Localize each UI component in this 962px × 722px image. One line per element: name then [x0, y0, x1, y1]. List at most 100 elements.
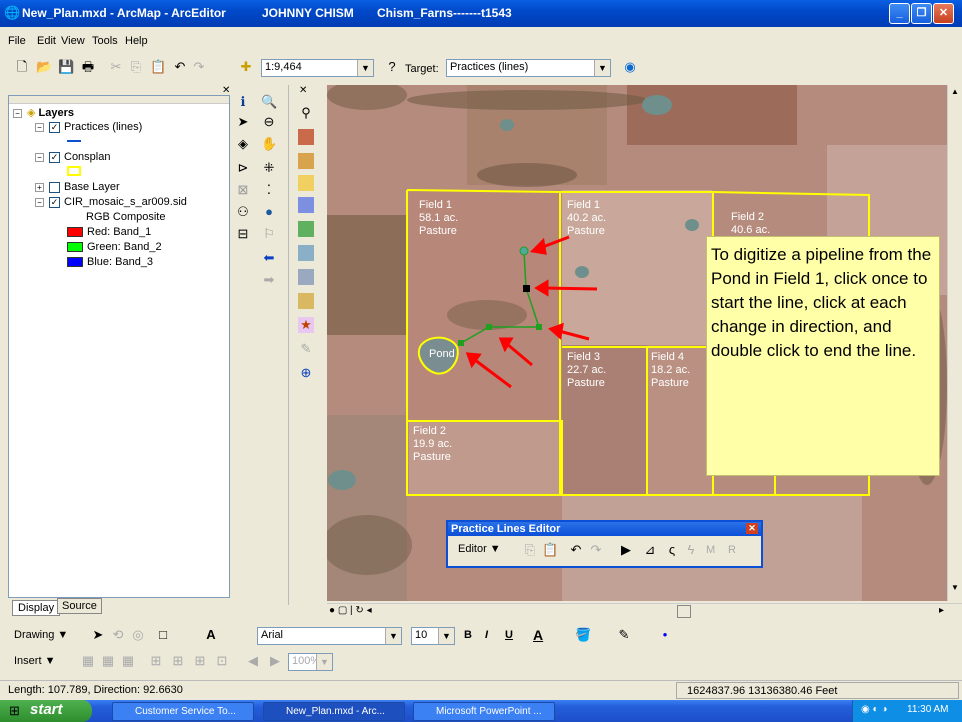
menu-tools[interactable]: Tools — [92, 35, 118, 47]
paste-icon[interactable]: 📋 — [150, 59, 166, 75]
tray-icons[interactable]: ◉ ◐ ◑ — [861, 704, 887, 715]
layer-cir-mosaic[interactable]: − ✓ CIR_mosaic_s_ar009.sid — [35, 196, 187, 208]
marker-color-icon[interactable]: • — [657, 627, 673, 643]
r-button[interactable]: R — [728, 544, 736, 556]
task-customer-service[interactable]: Customer Service To... — [112, 702, 254, 721]
select-features-icon[interactable]: ◈ — [235, 136, 251, 152]
layer-tool-icon[interactable] — [298, 129, 314, 145]
whats-this-icon[interactable]: ? — [384, 59, 400, 75]
frame-tool-icon[interactable] — [298, 197, 314, 213]
search-icon[interactable]: ⚲ — [298, 105, 314, 121]
tab-display[interactable]: Display — [12, 600, 61, 616]
full-extent-globe-icon[interactable]: ● — [261, 204, 277, 220]
task-powerpoint[interactable]: Microsoft PowerPoint ... — [413, 702, 555, 721]
collapse-icon[interactable]: − — [35, 122, 44, 132]
arc-icon[interactable]: ϟ — [683, 542, 699, 558]
back-layout-icon[interactable]: ◀ — [245, 653, 261, 669]
fixed-zoom-out-icon[interactable]: ⁚ — [261, 182, 277, 198]
new-icon[interactable]: 🗋 — [14, 59, 30, 75]
text-icon[interactable]: A — [203, 627, 219, 643]
polygon-tool-icon[interactable] — [298, 175, 314, 191]
rotate-icon[interactable]: ⟲ — [110, 627, 126, 643]
clear-selection-icon[interactable]: ⊠ — [235, 182, 251, 198]
fixed-zoom-in-icon[interactable]: ⁜ — [261, 160, 277, 176]
menu-help[interactable]: Help — [125, 35, 148, 47]
vertical-scrollbar[interactable]: ▲ ▼ — [947, 85, 962, 601]
expand-icon[interactable]: + — [35, 182, 44, 192]
collapse-icon[interactable]: − — [35, 152, 44, 162]
copy-icon[interactable]: ⎘ — [128, 59, 144, 75]
copy-icon[interactable]: ⎘ — [522, 542, 538, 558]
insert-menu[interactable]: Insert ▼ — [14, 655, 55, 667]
editor-menu[interactable]: Editor ▼ — [458, 543, 501, 555]
forward-layout-icon[interactable]: ▶ — [267, 653, 283, 669]
undo-icon[interactable]: ↶ — [568, 542, 584, 558]
scroll-thumb[interactable] — [677, 605, 691, 618]
minimize-button[interactable]: _ — [889, 3, 910, 24]
zoom-whole-page-icon[interactable]: ◎ — [130, 627, 146, 643]
print-icon[interactable]: 🖶 — [80, 59, 96, 75]
redo-icon[interactable]: ↷ — [191, 59, 207, 75]
hyperlink-icon[interactable]: ⚐ — [261, 226, 277, 242]
grid-tool-icon[interactable] — [298, 293, 314, 309]
order-icon[interactable]: ▦ — [120, 653, 136, 669]
whole-page-icon[interactable]: ⊡ — [214, 653, 230, 669]
line-color-icon[interactable]: ✎ — [616, 627, 632, 643]
group-icon[interactable]: ▦ — [80, 653, 96, 669]
layer-base[interactable]: + Base Layer — [35, 181, 120, 193]
crosshair-icon[interactable]: ⊕ — [298, 365, 314, 381]
font-combo[interactable]: Arial ▼ — [257, 627, 402, 645]
horizontal-scrollbar[interactable]: ● ▢ | ↻ ◂ ▸ — [327, 603, 962, 619]
contour-tool-icon[interactable] — [298, 269, 314, 285]
toc-root[interactable]: − ◈ Layers — [13, 106, 74, 119]
layer-practices[interactable]: − ✓ Practices (lines) — [35, 121, 142, 133]
layer-checkbox[interactable]: ✓ — [49, 196, 60, 208]
zoom-out-layout-icon[interactable]: ⊞ — [170, 653, 186, 669]
cut-icon[interactable]: ✂ — [108, 59, 124, 75]
info-icon[interactable]: ℹ — [235, 94, 251, 110]
paste-icon[interactable]: 📋 — [542, 542, 558, 558]
back-extent-icon[interactable]: ⬅ — [261, 250, 277, 266]
bold-button[interactable]: B — [464, 629, 472, 641]
font-color-button[interactable]: A — [533, 627, 543, 643]
collapse-icon[interactable]: − — [35, 197, 44, 207]
italic-button[interactable]: I — [485, 629, 488, 641]
font-size-combo[interactable]: 10 ▼ — [411, 627, 455, 645]
add-data-icon[interactable]: ✚ — [238, 59, 254, 75]
forward-extent-icon[interactable]: ➡ — [261, 272, 277, 288]
find-binoculars-icon[interactable]: ⚇ — [235, 204, 251, 220]
edit-vertex-icon[interactable]: ⊳ — [235, 160, 251, 176]
zoom-percent-combo[interactable]: 100% ▼ — [288, 653, 333, 671]
map-tool-icon[interactable] — [298, 153, 314, 169]
star-tool-icon[interactable]: ★ — [298, 317, 314, 333]
menu-file[interactable]: File — [8, 35, 26, 47]
close-button[interactable]: ✕ — [933, 3, 954, 24]
select-arrow-icon[interactable]: ➤ — [235, 114, 251, 130]
zoom-out-icon[interactable]: ⊖ — [261, 114, 277, 130]
editor-icon[interactable]: ◉ — [622, 59, 638, 75]
underline-button[interactable]: U — [505, 629, 513, 641]
drawing-menu[interactable]: Drawing ▼ — [14, 629, 68, 641]
menu-view[interactable]: View — [61, 35, 85, 47]
rectangle-icon[interactable]: □ — [155, 627, 171, 643]
ungroup-icon[interactable]: ▦ — [100, 653, 116, 669]
target-combo[interactable]: Practices (lines) ▼ — [446, 59, 611, 77]
view-toggle-icons[interactable]: ● ▢ | ↻ ◂ — [329, 605, 372, 616]
layer-checkbox[interactable] — [49, 181, 60, 193]
fill-color-icon[interactable]: 🪣 — [575, 627, 591, 643]
menu-edit[interactable]: Edit — [37, 35, 56, 47]
zoom-in-icon[interactable]: 🔍 — [261, 94, 277, 110]
undo-icon[interactable]: ↶ — [172, 59, 188, 75]
toolbar-close-icon[interactable]: ✕ — [299, 85, 307, 96]
select-elements-icon[interactable]: ➤ — [90, 627, 106, 643]
soil-tool-icon[interactable] — [298, 245, 314, 261]
toc-grip[interactable] — [9, 96, 229, 104]
zoom-layout-icon[interactable]: ⊞ — [148, 653, 164, 669]
restore-button[interactable]: ❐ — [911, 3, 932, 24]
layer-consplan[interactable]: − ✓ Consplan — [35, 151, 110, 163]
fixed-zoom-layout-icon[interactable]: ⊞ — [192, 653, 208, 669]
edit-tool-icon[interactable]: ▶ — [618, 542, 634, 558]
collapse-icon[interactable]: − — [13, 108, 22, 118]
pencil-icon[interactable]: ✎ — [298, 341, 314, 357]
landuse-tool-icon[interactable] — [298, 221, 314, 237]
